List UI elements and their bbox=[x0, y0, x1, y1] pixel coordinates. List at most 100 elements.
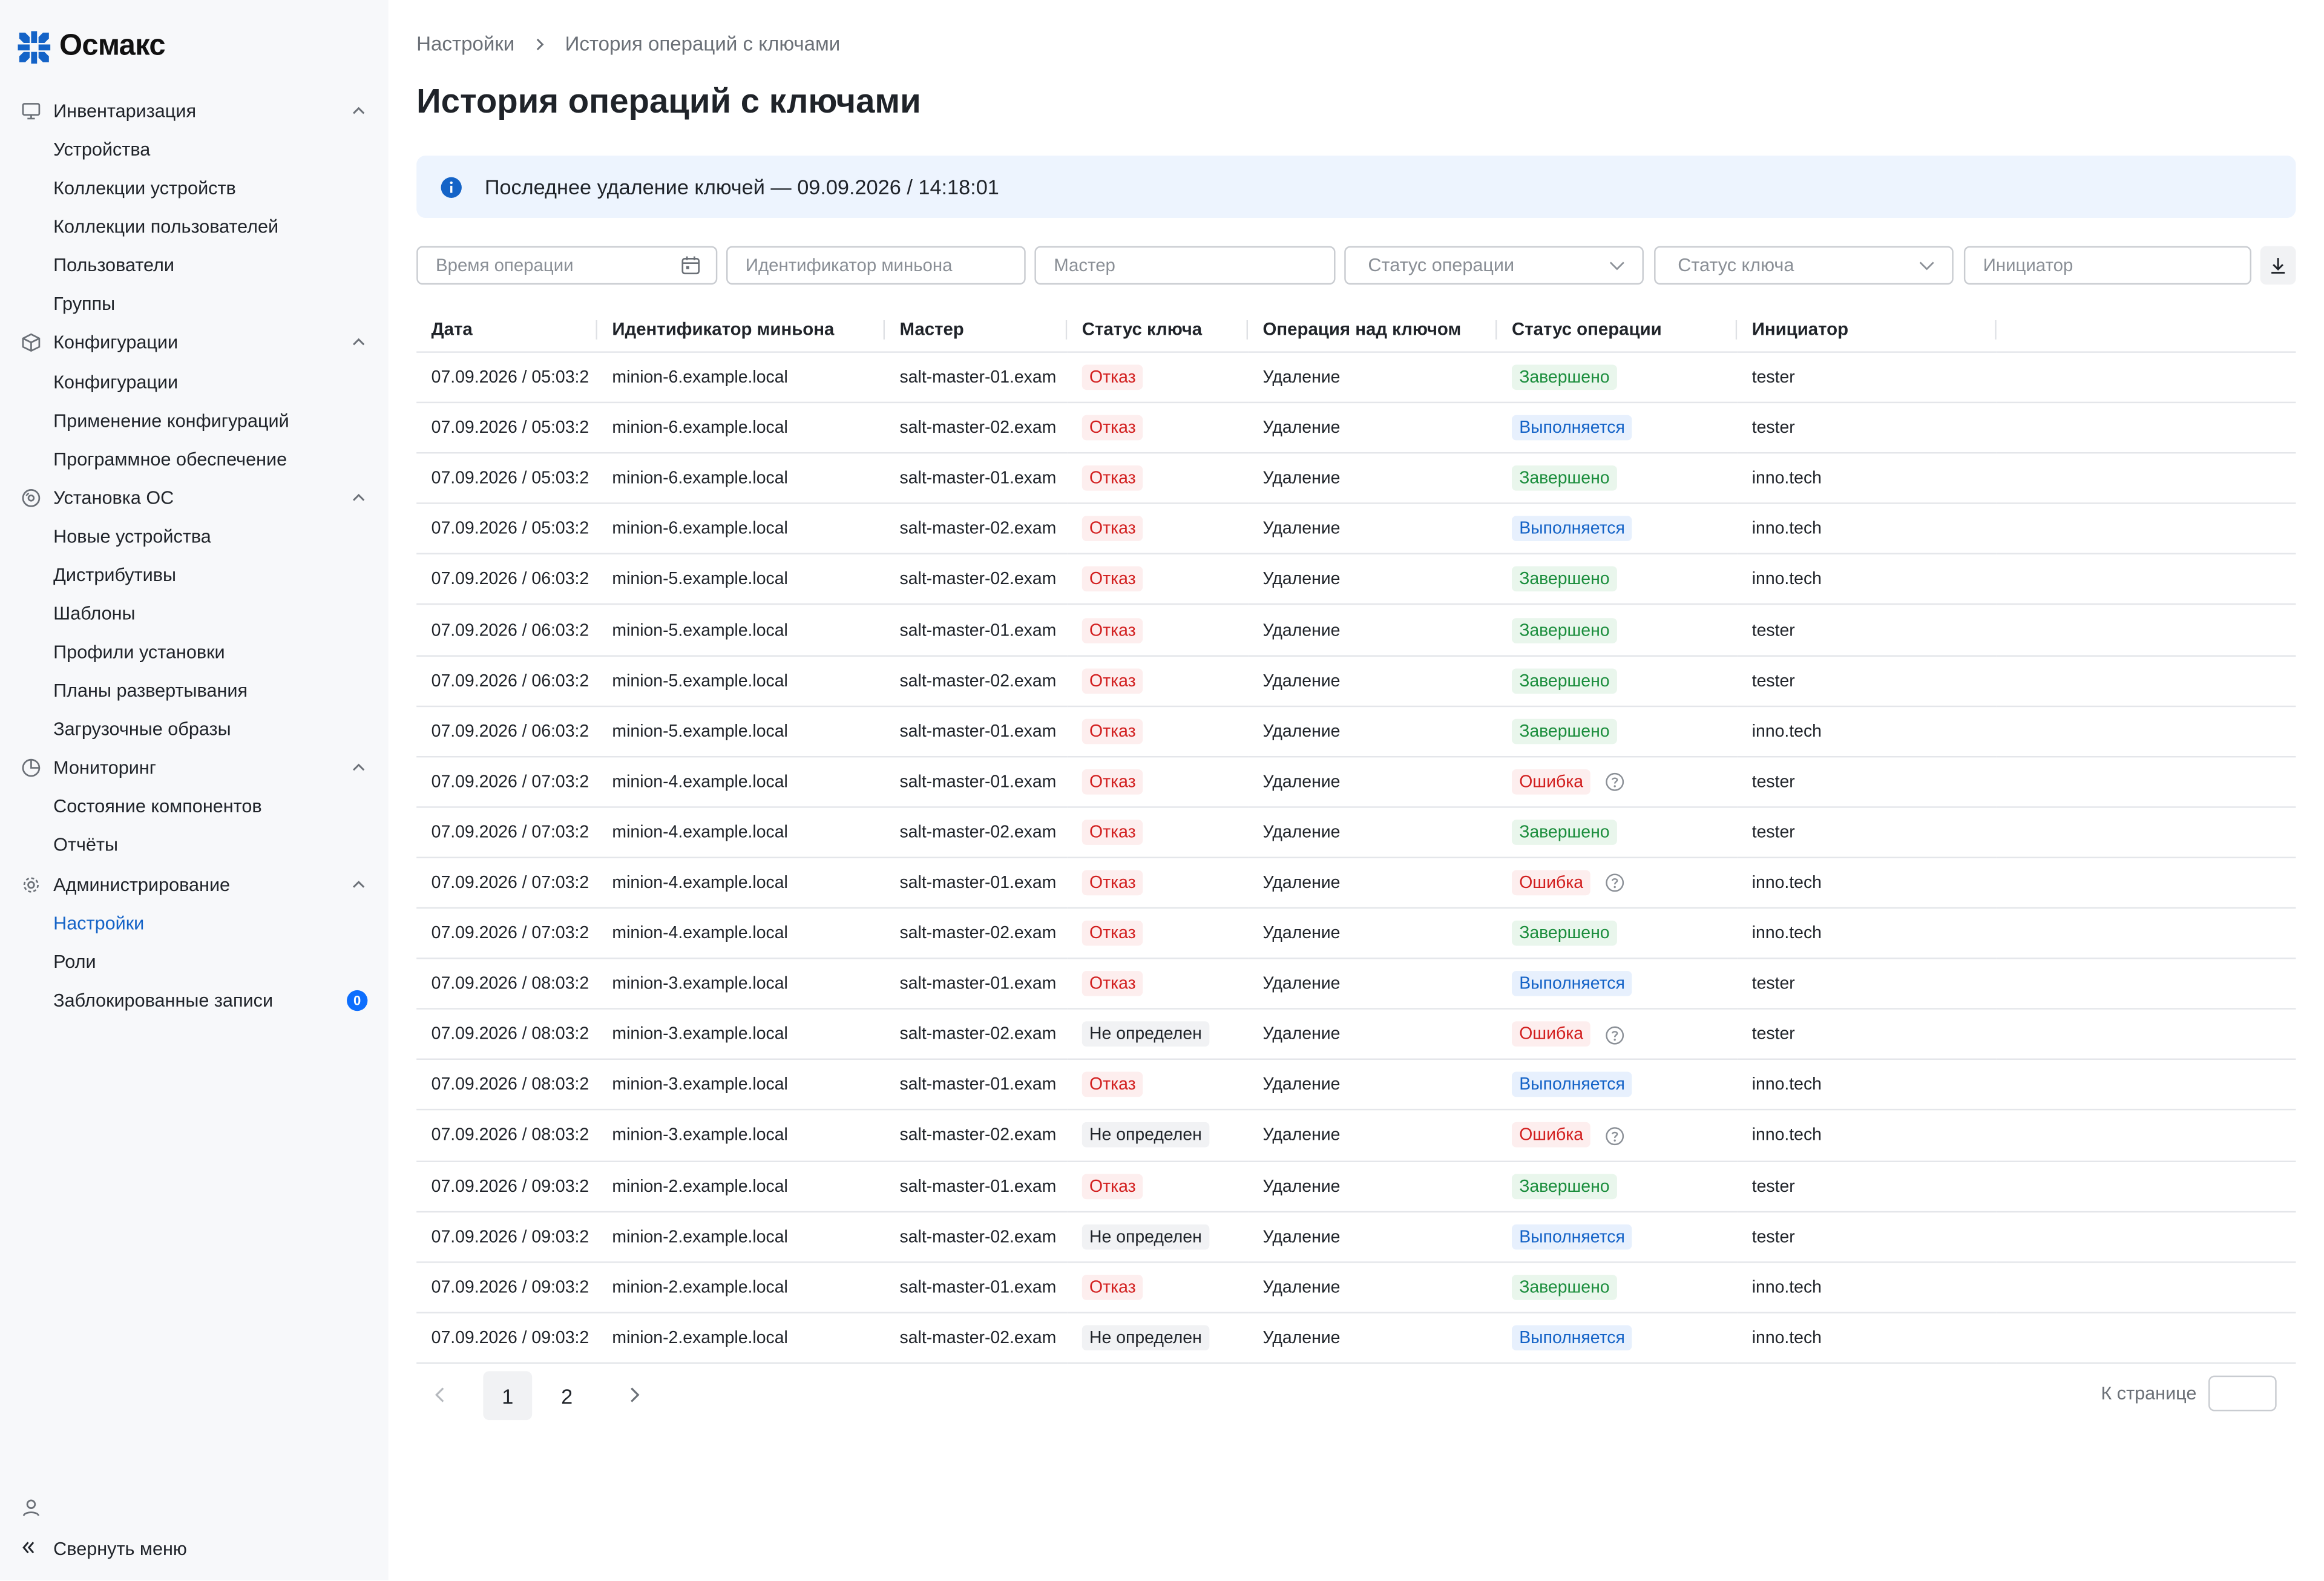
column-header-key-status[interactable]: Статус ключа bbox=[1067, 306, 1249, 353]
cell-initiator: inno.tech bbox=[1737, 1312, 1997, 1364]
column-header-master[interactable]: Мастер bbox=[885, 306, 1068, 353]
initiator-input[interactable] bbox=[1983, 255, 2236, 276]
sidebar-item-groups[interactable]: Группы bbox=[0, 285, 389, 324]
nav-group-header-os-install[interactable]: Установка ОС bbox=[0, 478, 389, 517]
sidebar-item-install-profiles[interactable]: Профили установки bbox=[0, 633, 389, 672]
table-row[interactable]: 07.09.2026 / 09:03:2 minion-2.example.loc… bbox=[416, 1312, 2296, 1364]
operation-status-tag: Завершено bbox=[1511, 465, 1617, 491]
nav-group-header-configurations[interactable]: Конфигурации bbox=[0, 324, 389, 363]
chevron-left-icon[interactable] bbox=[430, 1384, 450, 1405]
sidebar-item-reports[interactable]: Отчёты bbox=[0, 826, 389, 865]
operation-time-input[interactable] bbox=[436, 255, 681, 276]
cell-minion-id: minion-4.example.local bbox=[597, 756, 885, 808]
nav-group-header-inventory[interactable]: Инвентаризация bbox=[0, 92, 389, 131]
minion-id-input[interactable] bbox=[745, 255, 1009, 276]
sidebar-item-deployment-plans[interactable]: Планы развертывания bbox=[0, 672, 389, 711]
cell-master: salt-master-02.exam bbox=[885, 554, 1068, 606]
table-row[interactable]: 07.09.2026 / 06:03:2 minion-5.example.loc… bbox=[416, 605, 2296, 656]
cell-initiator: tester bbox=[1737, 1009, 1997, 1060]
cell-minion-id: minion-6.example.local bbox=[597, 504, 885, 555]
table-row[interactable]: 07.09.2026 / 08:03:2 minion-3.example.loc… bbox=[416, 1110, 2296, 1162]
sidebar-item-user-collections[interactable]: Коллекции пользователей bbox=[0, 208, 389, 246]
sidebar-item-configurations[interactable]: Конфигурации bbox=[0, 363, 389, 401]
cell-operation-status: Выполняется bbox=[1497, 1059, 1738, 1111]
operation-time-filter[interactable] bbox=[416, 246, 718, 285]
logo[interactable]: Осмакс bbox=[18, 30, 166, 64]
cell-operation: Удаление bbox=[1248, 857, 1497, 909]
column-header-date[interactable]: Дата bbox=[416, 306, 597, 353]
master-filter[interactable] bbox=[1034, 246, 1336, 285]
operation-status-select[interactable]: Статус операции bbox=[1344, 246, 1644, 285]
table-row[interactable]: 07.09.2026 / 08:03:2 minion-3.example.loc… bbox=[416, 1059, 2296, 1111]
table-row[interactable]: 07.09.2026 / 06:03:2 minion-5.example.loc… bbox=[416, 706, 2296, 757]
cell-empty bbox=[1996, 1059, 2296, 1111]
sidebar-item-users[interactable]: Пользователи bbox=[0, 246, 389, 285]
column-header-initiator[interactable]: Инициатор bbox=[1737, 306, 1997, 353]
cell-operation: Удаление bbox=[1248, 453, 1497, 505]
table-row[interactable]: 07.09.2026 / 08:03:2 minion-3.example.loc… bbox=[416, 958, 2296, 1010]
sidebar-item-boot-images[interactable]: Загрузочные образы bbox=[0, 711, 389, 749]
question-circle-icon[interactable] bbox=[1606, 1126, 1625, 1146]
cell-minion-id: minion-2.example.local bbox=[597, 1160, 885, 1212]
collapse-menu-button[interactable]: Свернуть меню bbox=[21, 1539, 187, 1559]
sidebar-item-distributions[interactable]: Дистрибутивы bbox=[0, 556, 389, 594]
cell-empty bbox=[1996, 1110, 2296, 1162]
column-header-minion-id[interactable]: Идентификатор миньона bbox=[597, 306, 885, 353]
table-row[interactable]: 07.09.2026 / 07:03:2 minion-4.example.loc… bbox=[416, 756, 2296, 808]
sidebar-item-apply-configurations[interactable]: Применение конфигураций bbox=[0, 401, 389, 440]
sidebar-item-locked-records[interactable]: Заблокированные записи 0 bbox=[0, 981, 389, 1019]
table-row[interactable]: 07.09.2026 / 05:03:2 minion-6.example.loc… bbox=[416, 403, 2296, 454]
operation-status-tag: Завершено bbox=[1511, 921, 1617, 946]
table-row[interactable]: 07.09.2026 / 06:03:2 minion-5.example.loc… bbox=[416, 655, 2296, 707]
table-row[interactable]: 07.09.2026 / 07:03:2 minion-4.example.loc… bbox=[416, 857, 2296, 909]
table-row[interactable]: 07.09.2026 / 05:03:2 minion-6.example.loc… bbox=[416, 352, 2296, 404]
key-status-select[interactable]: Статус ключа bbox=[1654, 246, 1954, 285]
master-input[interactable] bbox=[1054, 255, 1319, 276]
table-row[interactable]: 07.09.2026 / 08:03:2 minion-3.example.loc… bbox=[416, 1009, 2296, 1060]
table-row[interactable]: 07.09.2026 / 05:03:2 minion-6.example.loc… bbox=[416, 504, 2296, 555]
download-button[interactable] bbox=[2260, 246, 2296, 285]
initiator-filter[interactable] bbox=[1963, 246, 2252, 285]
cell-date: 07.09.2026 / 07:03:2 bbox=[416, 807, 597, 858]
breadcrumb-item-settings[interactable]: Настройки bbox=[416, 33, 514, 55]
table-row[interactable]: 07.09.2026 / 06:03:2 minion-5.example.loc… bbox=[416, 554, 2296, 606]
nav-group-header-administration[interactable]: Администрирование bbox=[0, 865, 389, 904]
sidebar-item-settings[interactable]: Настройки bbox=[0, 904, 389, 942]
chevron-right-icon[interactable] bbox=[624, 1384, 645, 1405]
sidebar-item-label: Профили установки bbox=[53, 642, 225, 663]
calendar-icon[interactable] bbox=[680, 255, 701, 275]
sidebar-item-device-collections[interactable]: Коллекции устройств bbox=[0, 169, 389, 208]
table-row[interactable]: 07.09.2026 / 07:03:2 minion-4.example.loc… bbox=[416, 807, 2296, 858]
goto-page-input[interactable] bbox=[2208, 1375, 2277, 1412]
cell-initiator: tester bbox=[1737, 958, 1997, 1010]
page-button-2[interactable]: 2 bbox=[542, 1371, 591, 1420]
sidebar-item-new-devices[interactable]: Новые устройства bbox=[0, 517, 389, 556]
table-row[interactable]: 07.09.2026 / 05:03:2 minion-6.example.loc… bbox=[416, 453, 2296, 505]
question-circle-icon[interactable] bbox=[1606, 773, 1625, 792]
sidebar-item-roles[interactable]: Роли bbox=[0, 942, 389, 981]
minion-id-filter[interactable] bbox=[726, 246, 1026, 285]
user-icon[interactable] bbox=[21, 1497, 41, 1517]
key-status-select-label: Статус ключа bbox=[1678, 255, 1794, 276]
cell-empty bbox=[1996, 605, 2296, 656]
table-row[interactable]: 07.09.2026 / 09:03:2 minion-2.example.loc… bbox=[416, 1160, 2296, 1212]
sidebar-item-component-status[interactable]: Состояние компонентов bbox=[0, 787, 389, 826]
nav-group-configurations: Конфигурации Конфигурации Применение кон… bbox=[0, 324, 389, 478]
question-circle-icon[interactable] bbox=[1606, 1025, 1625, 1045]
table-row[interactable]: 07.09.2026 / 09:03:2 minion-2.example.loc… bbox=[416, 1261, 2296, 1313]
page-button-1[interactable]: 1 bbox=[483, 1371, 533, 1421]
question-circle-icon[interactable] bbox=[1606, 873, 1625, 893]
cell-operation-status: Завершено bbox=[1497, 1160, 1738, 1212]
table-row[interactable]: 07.09.2026 / 07:03:2 minion-4.example.loc… bbox=[416, 908, 2296, 959]
sidebar-item-templates[interactable]: Шаблоны bbox=[0, 594, 389, 633]
table-row[interactable]: 07.09.2026 / 09:03:2 minion-2.example.loc… bbox=[416, 1211, 2296, 1263]
cell-initiator: tester bbox=[1737, 1211, 1997, 1263]
column-header-label: Статус операции bbox=[1511, 318, 1662, 340]
column-header-operation-status[interactable]: Статус операции bbox=[1497, 306, 1738, 353]
cell-empty bbox=[1996, 655, 2296, 707]
column-header-key-operation[interactable]: Операция над ключом bbox=[1248, 306, 1497, 353]
sidebar-item-devices[interactable]: Устройства bbox=[0, 131, 389, 169]
sidebar-item-software[interactable]: Программное обеспечение bbox=[0, 440, 389, 479]
nav-group-header-monitoring[interactable]: Мониторинг bbox=[0, 749, 389, 788]
cell-initiator: tester bbox=[1737, 605, 1997, 656]
